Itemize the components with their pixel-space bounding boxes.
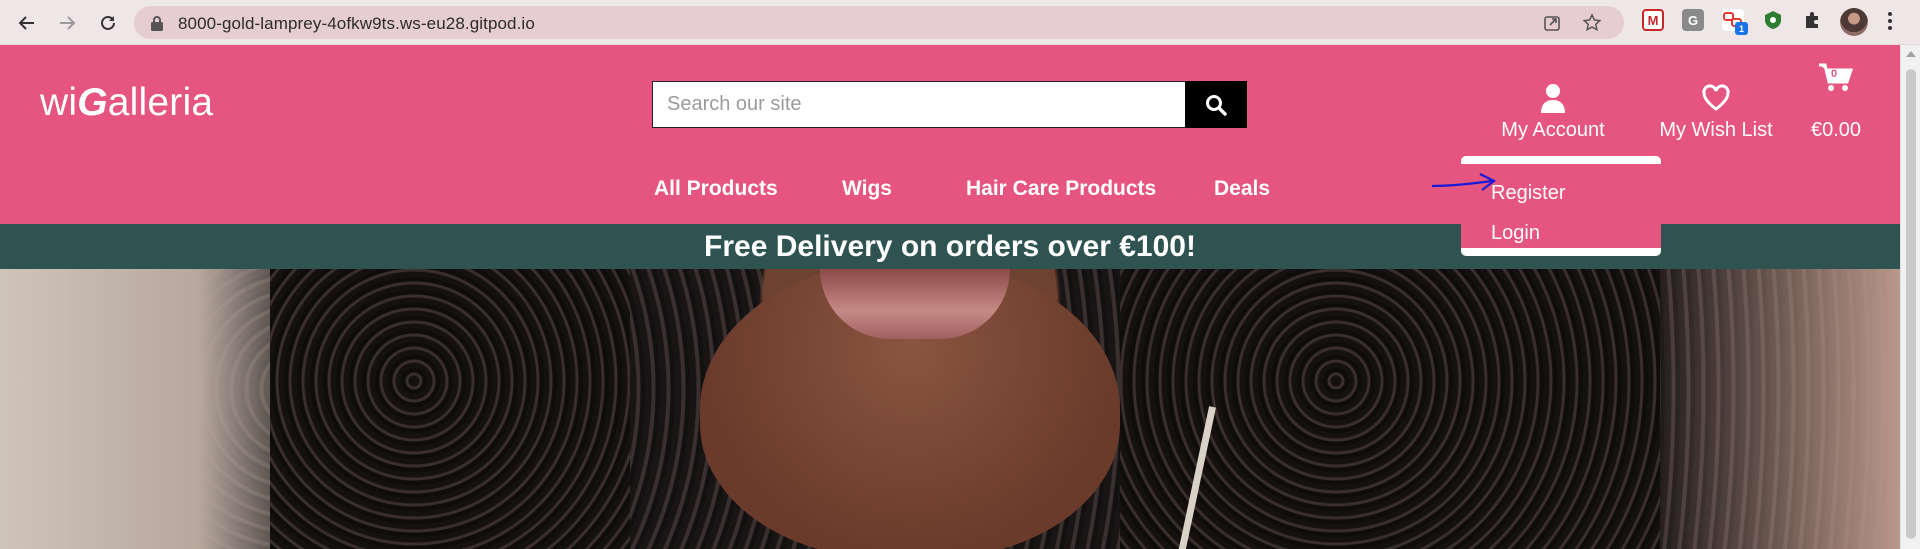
back-button[interactable] (12, 8, 42, 38)
mcafee-extension-icon[interactable]: M (1642, 9, 1664, 31)
search-icon (1206, 94, 1227, 116)
account-dropdown-menu: Register Login (1461, 156, 1661, 256)
wish-list-label: My Wish List (1659, 119, 1773, 141)
logo-suffix: alleria (107, 81, 214, 124)
lock-icon (151, 16, 163, 31)
nav-all-products[interactable]: All Products (654, 177, 778, 201)
shield-icon (1765, 11, 1781, 29)
reload-button[interactable] (93, 8, 123, 38)
cart-count-badge: 0 (1831, 68, 1838, 80)
nav-hair-care-products[interactable]: Hair Care Products (966, 177, 1156, 201)
shield-extension-icon[interactable] (1762, 9, 1784, 31)
profile-avatar[interactable] (1840, 8, 1868, 36)
address-bar[interactable]: 8000-gold-lamprey-4ofkw9ts.ws-eu28.gitpo… (134, 6, 1624, 39)
url-text: 8000-gold-lamprey-4ofkw9ts.ws-eu28.gitpo… (178, 14, 535, 33)
register-link[interactable]: Register (1491, 182, 1565, 205)
extension-badge: 1 (1735, 22, 1748, 35)
my-account-link[interactable]: My Account (1478, 83, 1628, 142)
user-icon (1541, 84, 1565, 113)
logo-g: G (77, 81, 108, 124)
login-link[interactable]: Login (1491, 222, 1540, 245)
back-arrow-icon (18, 16, 34, 30)
cart-total: €0.00 (1810, 119, 1862, 141)
forward-button[interactable] (52, 8, 82, 38)
browser-menu-icon[interactable] (1886, 10, 1894, 34)
share-icon[interactable] (1542, 13, 1562, 33)
page-scrollbar[interactable] (1900, 45, 1920, 549)
grammarly-g-extension-icon[interactable]: G (1682, 9, 1704, 31)
puzzle-extensions-icon[interactable] (1802, 9, 1824, 31)
heart-icon (1702, 84, 1730, 111)
puzzle-icon (1806, 12, 1818, 28)
bookmark-star-icon[interactable] (1582, 13, 1602, 33)
scroll-up-arrow-icon[interactable] (1906, 51, 1916, 57)
search-form (652, 81, 1247, 128)
reload-icon (101, 15, 115, 30)
cart-link[interactable]: 0 €0.00 (1800, 62, 1872, 142)
hero-image (0, 269, 1900, 549)
forward-arrow-icon (60, 16, 76, 30)
site-logo[interactable]: wiGalleria (40, 81, 213, 125)
scrollbar-thumb[interactable] (1906, 69, 1916, 539)
nav-wigs[interactable]: Wigs (842, 177, 892, 201)
search-button[interactable] (1185, 81, 1247, 128)
logo-prefix: wi (40, 81, 78, 124)
link-extension-icon[interactable]: 1 (1722, 9, 1748, 35)
browser-toolbar: 8000-gold-lamprey-4ofkw9ts.ws-eu28.gitpo… (0, 0, 1920, 45)
search-input[interactable] (652, 81, 1186, 128)
nav-deals[interactable]: Deals (1214, 177, 1270, 201)
wish-list-link[interactable]: My Wish List (1636, 83, 1796, 142)
annotation-arrow-icon (1431, 173, 1497, 191)
my-account-label: My Account (1501, 119, 1605, 141)
